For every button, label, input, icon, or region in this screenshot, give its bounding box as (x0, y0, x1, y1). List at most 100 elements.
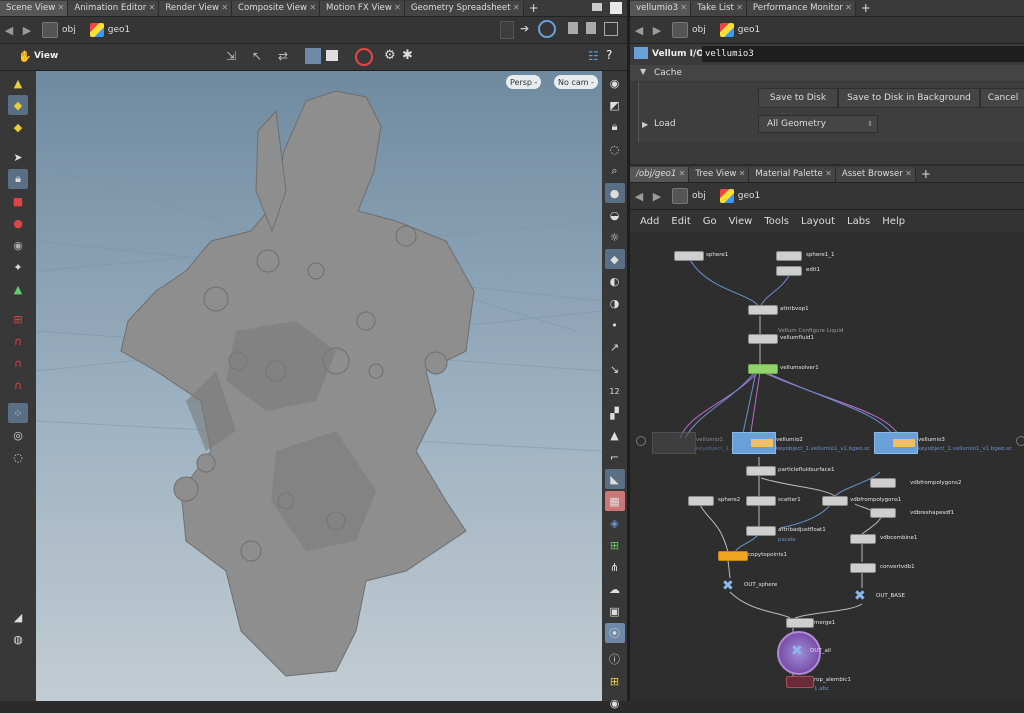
sun-icon[interactable]: ☼ (605, 227, 625, 247)
save-to-disk-button[interactable]: Save to Disk (758, 88, 838, 108)
tab-obj-geo1[interactable]: /obj/geo1 ✕ (630, 166, 690, 182)
node-particlefluidsurface1[interactable] (746, 466, 776, 476)
camera-button[interactable]: No cam - (554, 75, 598, 89)
forward-icon[interactable]: ▶ (648, 24, 666, 37)
tab-composite-view[interactable]: Composite View ✕ (232, 0, 321, 16)
tab-geometry-spreadsheet[interactable]: Geometry Spreadsheet ✕ (404, 0, 524, 16)
flat-icon[interactable]: ◑ (605, 293, 625, 313)
node-vdbfrompolygons1[interactable] (822, 496, 848, 506)
node-attribvop1[interactable] (748, 305, 778, 315)
render-icon[interactable]: ⚙ (384, 48, 396, 63)
close-icon[interactable]: ✕ (309, 3, 316, 12)
node-vdbreshapesdf1[interactable] (870, 508, 896, 518)
link-icon[interactable] (538, 20, 556, 38)
headlight-icon[interactable]: ● (604, 183, 625, 203)
tab-motion-fx-view[interactable]: Motion FX View ✕ (320, 0, 405, 16)
node-sphere2[interactable] (688, 496, 714, 506)
tab-render-view[interactable]: Render View ✕ (159, 0, 233, 16)
shading-icon[interactable]: ◆ (604, 249, 625, 269)
display-options-icon[interactable]: ☷ (588, 49, 599, 63)
settings-icon[interactable]: ✱ (402, 48, 413, 63)
pane-menu-icon[interactable] (592, 3, 602, 11)
pivot-icon[interactable]: ◌ (8, 447, 28, 467)
menu-tools[interactable]: Tools (764, 216, 789, 227)
breadcrumb-geo1[interactable]: geo1 (738, 191, 760, 201)
drag-icon[interactable]: ↖ (252, 49, 262, 63)
viewport[interactable]: Persp - No cam - (36, 71, 602, 701)
menu-go[interactable]: Go (703, 216, 717, 227)
node-attribadjustfloat1[interactable] (746, 526, 776, 536)
breadcrumb-obj[interactable]: obj (692, 191, 706, 201)
checker-icon[interactable]: ▦ (604, 491, 625, 511)
collapse-node-icon[interactable] (1016, 436, 1024, 446)
pin-icon[interactable]: ➔ (520, 22, 529, 35)
normals-icon[interactable]: ↗ (605, 337, 625, 357)
node-vellumio3[interactable] (874, 432, 918, 454)
ghost-icon[interactable]: ◌ (605, 139, 625, 159)
eye-icon[interactable]: ◉ (605, 73, 625, 93)
tab-tree-view[interactable]: Tree View ✕ (689, 166, 750, 182)
save-to-disk-background-button[interactable]: Save to Disk in Background (838, 88, 980, 108)
texture-icon[interactable]: ◣ (604, 469, 625, 489)
visibility-icon[interactable]: ◎ (8, 425, 28, 445)
tumble-icon[interactable]: ● (8, 213, 28, 233)
tab-material-palette[interactable]: Material Palette ✕ (749, 166, 836, 182)
breadcrumb-obj[interactable]: obj (62, 25, 76, 35)
eye-bottom-icon[interactable]: ◉ (605, 693, 625, 713)
close-icon[interactable]: ✕ (394, 3, 401, 12)
menu-layout[interactable]: Layout (801, 216, 835, 227)
cache-folder[interactable]: ▼ Cache (630, 65, 1024, 81)
move-icon[interactable]: ◆ (8, 95, 28, 115)
menu-view[interactable]: View (729, 216, 753, 227)
tab-vellumio3[interactable]: vellumio3 ✕ (630, 0, 692, 16)
group-icon[interactable]: ⁘ (8, 403, 28, 423)
lock-icon[interactable]: 🔒︎ (8, 169, 28, 189)
menu-labs[interactable]: Labs (847, 216, 870, 227)
menu-edit[interactable]: Edit (671, 216, 690, 227)
pointer-icon[interactable]: ➤ (8, 147, 28, 167)
tab-animation-editor[interactable]: Animation Editor ✕ (68, 0, 160, 16)
light-icon[interactable]: ◉ (8, 235, 28, 255)
load-label[interactable]: Load (654, 119, 676, 129)
node-vdbcombine1[interactable] (850, 534, 876, 544)
network-editor[interactable]: sphere1 sphere1_1 edit1 attribvop1 Vellu… (630, 232, 1024, 701)
flip-icon[interactable]: ⇄ (278, 49, 288, 63)
forward-icon[interactable]: ▶ (18, 24, 36, 37)
node-merge1[interactable] (786, 618, 814, 628)
close-icon[interactable]: ✕ (513, 3, 520, 12)
tab-take-list[interactable]: Take List ✕ (691, 0, 747, 16)
cancel-button[interactable]: Cancel (980, 88, 1024, 108)
tab-scene-view[interactable]: Scene View ✕ (0, 0, 69, 16)
node-out-sphere[interactable]: ✖ (722, 578, 734, 594)
split-icon[interactable] (586, 22, 596, 34)
close-icon[interactable]: ✕ (736, 3, 743, 12)
fog-icon[interactable]: ☁ (605, 579, 625, 599)
node-vellumfluid1[interactable] (748, 334, 778, 344)
close-icon[interactable]: ✕ (680, 3, 687, 12)
snap-multi-icon[interactable]: ∩ (8, 375, 28, 395)
bulb-icon[interactable]: ◒ (605, 205, 625, 225)
breadcrumb-obj[interactable]: obj (692, 25, 706, 35)
paint-icon[interactable]: ▞ (605, 403, 625, 423)
split-view-icon[interactable]: ⊞ (605, 671, 625, 691)
node-vellumsolver1[interactable] (748, 364, 778, 374)
pose-icon[interactable]: ✦ (8, 257, 28, 277)
back-icon[interactable]: ◀ (0, 24, 18, 37)
close-icon[interactable]: ✕ (679, 169, 686, 178)
path-dropdown[interactable] (500, 21, 514, 39)
close-icon[interactable]: ✕ (905, 169, 912, 178)
close-icon[interactable]: ✕ (58, 3, 65, 12)
pin-view-icon[interactable]: ⦿ (604, 623, 625, 643)
display-icon[interactable] (305, 48, 321, 64)
select-mode-icon[interactable]: ⇲ (226, 49, 236, 63)
load-dropdown[interactable]: All Geometry ⇕ (758, 115, 878, 133)
smooth-icon[interactable]: ◐ (605, 271, 625, 291)
node-sphere1[interactable] (674, 251, 704, 261)
eraser-icon[interactable]: ◢ (8, 607, 28, 627)
search-icon[interactable]: ⌕ (605, 161, 625, 181)
back-icon[interactable]: ◀ (630, 190, 648, 203)
snap-point-icon[interactable]: ∩ (8, 353, 28, 373)
image-icon[interactable]: ▣ (605, 601, 625, 621)
info-icon[interactable]: ⓘ (605, 649, 625, 669)
node-rop-alembic1[interactable] (786, 676, 814, 688)
